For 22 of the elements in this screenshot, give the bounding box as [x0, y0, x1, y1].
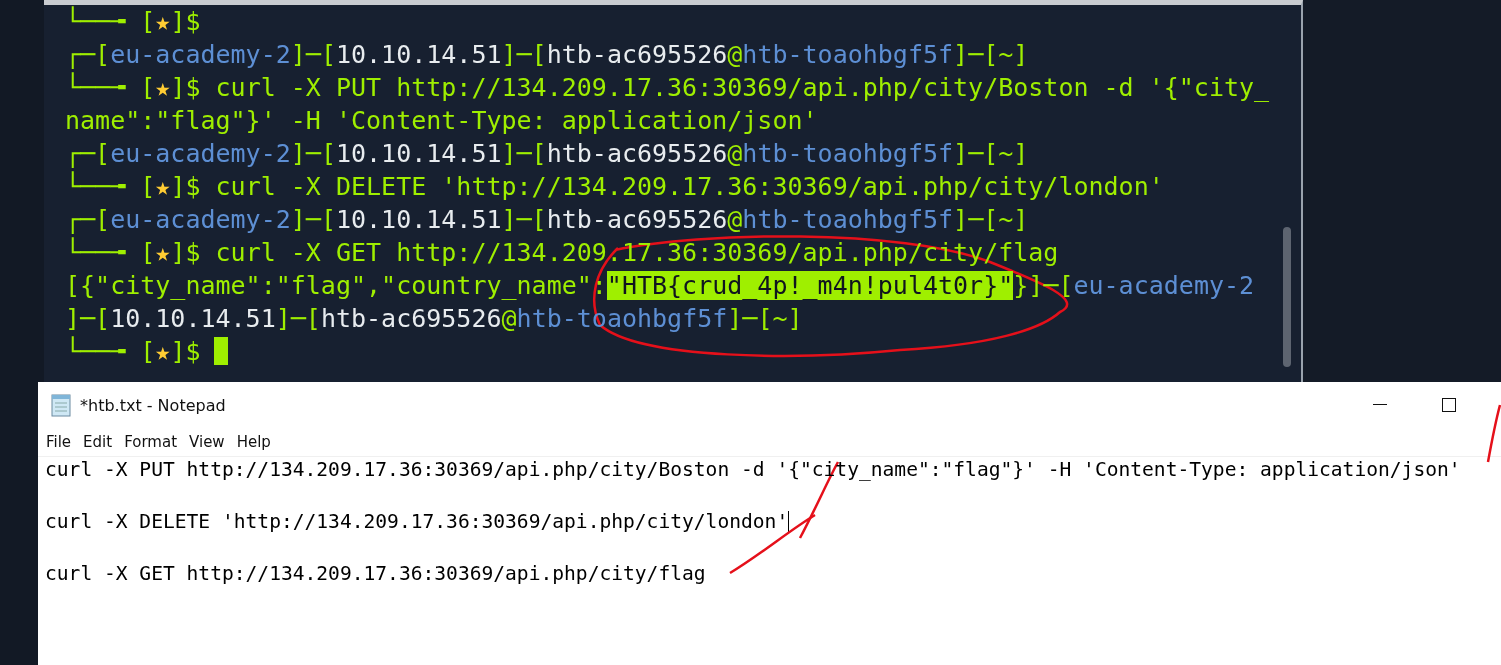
text-line: curl -X GET http://134.209.17.36:30369/api.php/city/flag	[45, 561, 706, 587]
notepad-icon	[50, 393, 72, 417]
pen-stroke-annotation	[1486, 404, 1501, 463]
terminal-line: ┌─[eu-academy-2]─[10.10.14.51]─[htb-ac695526@htb-toaohbgf5f]─[~]	[65, 39, 1030, 71]
text-line: curl -X DELETE 'http://134.209.17.36:30369/api.php/city/london'	[45, 509, 789, 535]
terminal-line: └──╼ [★]$	[65, 335, 1301, 368]
terminal-line: └──╼ [★]$ curl -X DELETE 'http://134.209.17.36:30369/api.php/city/london'	[65, 170, 1165, 203]
terminal-line: └──╼ [★]$ curl -X PUT http://134.209.17.36:30369/api.php/city/Boston -d '{"city_	[65, 71, 1271, 104]
menu-item[interactable]: Format	[118, 431, 184, 453]
menu-item[interactable]: Edit	[77, 431, 119, 453]
scrollbar-thumb[interactable]	[1283, 227, 1291, 367]
minimize-icon	[1372, 404, 1387, 406]
terminal-line: ┌─[eu-academy-2]─[10.10.14.51]─[htb-ac695526@htb-toaohbgf5f]─[~]	[65, 204, 1030, 236]
menu-item[interactable]: Help	[230, 431, 277, 453]
menu-item[interactable]: File	[40, 431, 78, 453]
terminal-line: name":"flag"}' -H 'Content-Type: application/json'	[65, 105, 819, 137]
terminal-cursor	[214, 337, 229, 365]
menu-item[interactable]: View	[183, 431, 231, 453]
terminal-line: ┌─[eu-academy-2]─[10.10.14.51]─[htb-ac695526@htb-toaohbgf5f]─[~]	[65, 138, 1030, 170]
maximize-icon	[1441, 398, 1456, 412]
terminal-line: └──╼ [★]$	[65, 5, 202, 38]
window-title: *htb.txt - Notepad	[80, 395, 227, 415]
